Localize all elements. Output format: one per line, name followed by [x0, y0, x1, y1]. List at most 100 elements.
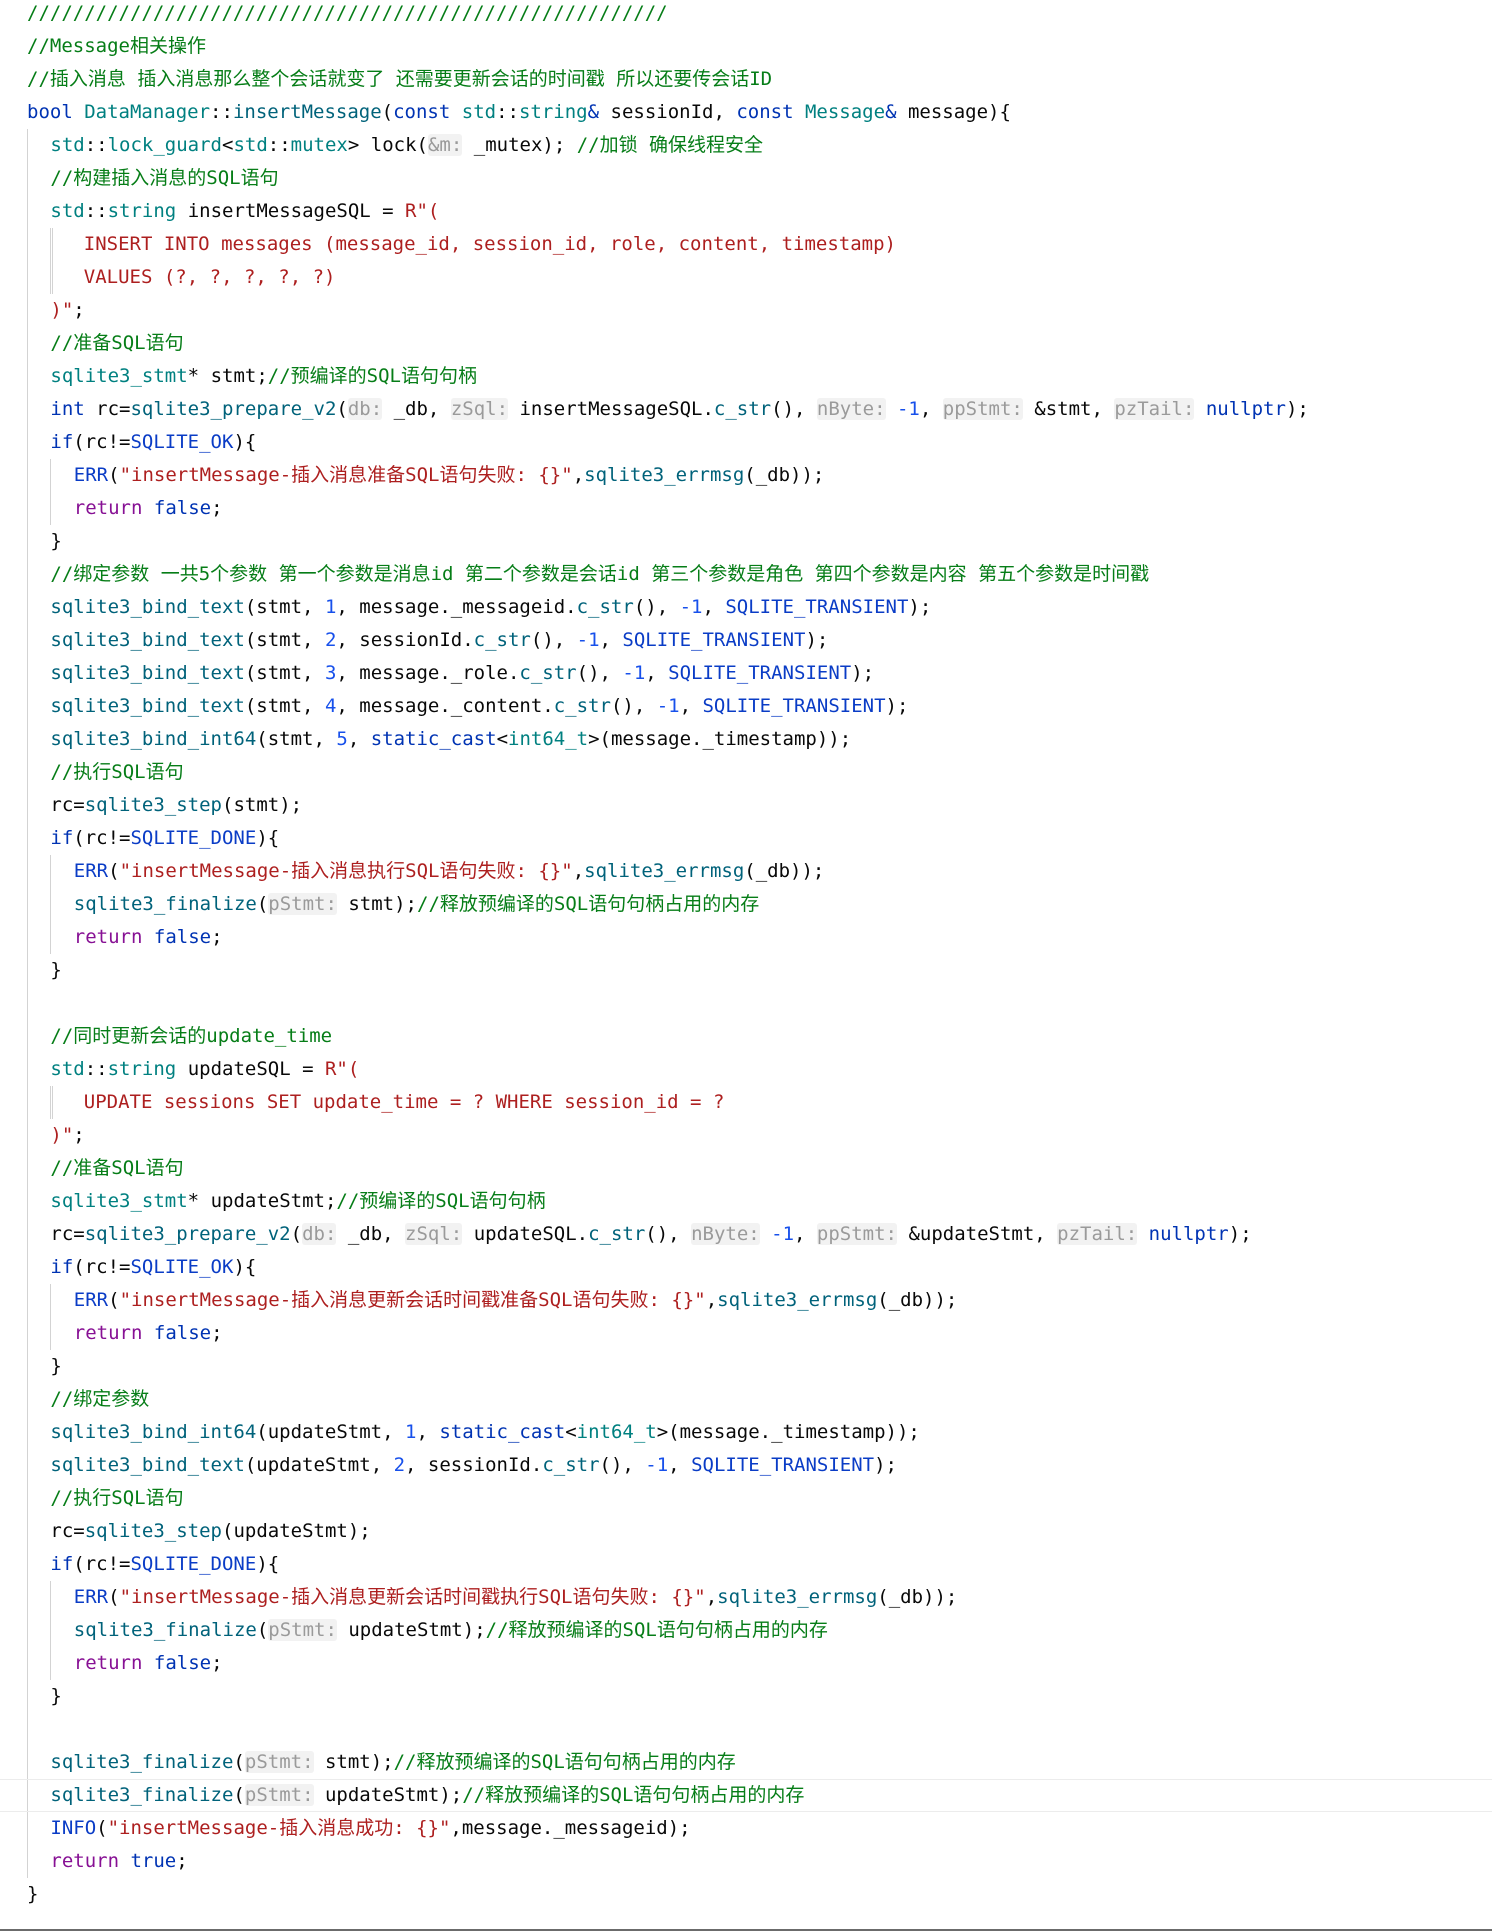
code-line[interactable] [0, 1713, 1492, 1746]
code-token: ( [256, 1619, 269, 1641]
code-line[interactable]: ERR("insertMessage-插入消息更新会话时间戳执行SQL语句失败:… [0, 1581, 1492, 1614]
code-text: sqlite3_finalize(pStmt: stmt);//释放预编译的SQ… [27, 1751, 736, 1773]
code-line[interactable]: return false; [0, 1647, 1492, 1680]
code-line[interactable]: sqlite3_bind_int64(stmt, 5, static_cast<… [0, 723, 1492, 756]
code-line[interactable]: return false; [0, 492, 1492, 525]
code-line[interactable]: } [0, 954, 1492, 987]
code-token: sqlite3_prepare_v2 [84, 1223, 291, 1245]
indent-guide [50, 228, 52, 261]
code-line[interactable]: std::string updateSQL = R"( [0, 1053, 1492, 1086]
code-line[interactable]: ERR("insertMessage-插入消息更新会话时间戳准备SQL语句失败:… [0, 1284, 1492, 1317]
code-token: insertMessage [232, 101, 382, 123]
code-line[interactable]: INFO("insertMessage-插入消息成功: {}",message.… [0, 1812, 1492, 1845]
code-token: ( [96, 1817, 108, 1839]
code-text: if(rc!=SQLITE_DONE){ [27, 827, 279, 849]
indent-guide [27, 195, 28, 228]
code-line[interactable]: } [0, 1350, 1492, 1383]
indent-guide [27, 1317, 28, 1350]
code-line[interactable]: sqlite3_finalize(pStmt: stmt);//释放预编译的SQ… [0, 1746, 1492, 1779]
code-line[interactable]: } [0, 1680, 1492, 1713]
code-line[interactable]: )"; [0, 294, 1492, 327]
code-token: SQLITE_DONE [130, 1553, 257, 1575]
code-line[interactable] [0, 987, 1492, 1020]
code-line[interactable]: UPDATE sessions SET update_time = ? WHER… [0, 1086, 1492, 1119]
code-line[interactable]: bool DataManager::insertMessage(const st… [0, 96, 1492, 129]
code-line[interactable]: rc=sqlite3_prepare_v2(db: _db, zSql: upd… [0, 1218, 1492, 1251]
code-line[interactable]: //构建插入消息的SQL语句 [0, 162, 1492, 195]
code-line[interactable]: //Message相关操作 [0, 30, 1492, 63]
code-token: 2 [393, 1454, 406, 1476]
code-token: 5 [336, 728, 348, 750]
code-line[interactable]: //绑定参数 一共5个参数 第一个参数是消息id 第二个参数是会话id 第三个参… [0, 558, 1492, 591]
code-token: ////////////////////////////////////////… [27, 2, 668, 24]
code-text: if(rc!=SQLITE_OK){ [27, 431, 256, 453]
code-line[interactable]: sqlite3_bind_text(updateStmt, 2, session… [0, 1449, 1492, 1482]
code-token: & [885, 101, 908, 123]
code-token: //同时更新会话的update_time [50, 1025, 333, 1047]
code-line[interactable]: sqlite3_finalize(pStmt: updateStmt);//释放… [0, 1614, 1492, 1647]
indent-guide [50, 855, 52, 888]
code-line[interactable]: sqlite3_bind_text(stmt, 1, message._mess… [0, 591, 1492, 624]
code-line[interactable]: sqlite3_finalize(pStmt: updateStmt);//释放… [0, 1779, 1492, 1812]
code-line[interactable]: sqlite3_bind_int64(updateStmt, 1, static… [0, 1416, 1492, 1449]
code-line[interactable]: //执行SQL语句 [0, 1482, 1492, 1515]
code-line[interactable]: std::lock_guard<std::mutex> lock(&m: _mu… [0, 129, 1492, 162]
code-line[interactable]: //同时更新会话的update_time [0, 1020, 1492, 1053]
code-line[interactable]: sqlite3_bind_text(stmt, 4, message._cont… [0, 690, 1492, 723]
code-token: (stmt, [244, 596, 325, 618]
code-token: updateSQL. [462, 1223, 589, 1245]
code-token: return [73, 1322, 154, 1344]
parameter-hint: pzTail: [1057, 1223, 1138, 1245]
code-line[interactable]: //准备SQL语句 [0, 327, 1492, 360]
code-line[interactable]: rc=sqlite3_step(stmt); [0, 789, 1492, 822]
code-text: //绑定参数 一共5个参数 第一个参数是消息id 第二个参数是会话id 第三个参… [27, 563, 1149, 585]
code-line[interactable]: //执行SQL语句 [0, 756, 1492, 789]
code-token: sqlite3_step [84, 794, 222, 816]
indent-guide [27, 327, 28, 360]
indent-guide [27, 657, 28, 690]
code-token: return [73, 926, 154, 948]
code-line[interactable]: sqlite3_finalize(pStmt: stmt);//释放预编译的SQ… [0, 888, 1492, 921]
indent-guide [27, 525, 28, 558]
code-line[interactable]: VALUES (?, ?, ?, ?, ?) [0, 261, 1492, 294]
code-line[interactable]: //绑定参数 [0, 1383, 1492, 1416]
code-editor[interactable]: ////////////////////////////////////////… [0, 0, 1492, 1931]
code-token: ; [176, 1850, 188, 1872]
code-line[interactable]: sqlite3_stmt* stmt;//预编译的SQL语句句柄 [0, 360, 1492, 393]
code-line[interactable]: if(rc!=SQLITE_OK){ [0, 426, 1492, 459]
code-token: //释放预编译的SQL语句句柄占用的内存 [417, 893, 760, 915]
code-line[interactable]: if(rc!=SQLITE_OK){ [0, 1251, 1492, 1284]
code-line[interactable]: return false; [0, 921, 1492, 954]
code-token: message [907, 101, 989, 123]
code-token: , [572, 464, 585, 486]
indent-guide [50, 1581, 52, 1614]
code-line[interactable]: return true; [0, 1845, 1492, 1878]
code-line[interactable]: INSERT INTO messages (message_id, sessio… [0, 228, 1492, 261]
code-line[interactable]: //准备SQL语句 [0, 1152, 1492, 1185]
code-line[interactable]: ////////////////////////////////////////… [0, 0, 1492, 30]
code-line[interactable]: int rc=sqlite3_prepare_v2(db: _db, zSql:… [0, 393, 1492, 426]
code-line[interactable]: sqlite3_stmt* updateStmt;//预编译的SQL语句句柄 [0, 1185, 1492, 1218]
code-line[interactable]: } [0, 1878, 1492, 1911]
code-line[interactable]: if(rc!=SQLITE_DONE){ [0, 822, 1492, 855]
code-line[interactable]: ERR("insertMessage-插入消息准备SQL语句失败: {}",sq… [0, 459, 1492, 492]
code-line[interactable]: rc=sqlite3_step(updateStmt); [0, 1515, 1492, 1548]
indent-guide [50, 1317, 52, 1350]
code-text: //准备SQL语句 [27, 1157, 183, 1179]
code-line[interactable]: ERR("insertMessage-插入消息执行SQL语句失败: {}",sq… [0, 855, 1492, 888]
code-line[interactable]: )"; [0, 1119, 1492, 1152]
indent-guide [50, 888, 52, 921]
code-token: if [50, 1553, 74, 1575]
code-line[interactable]: if(rc!=SQLITE_DONE){ [0, 1548, 1492, 1581]
code-line[interactable]: sqlite3_bind_text(stmt, 3, message._role… [0, 657, 1492, 690]
code-token: ( [381, 101, 394, 123]
code-line[interactable]: } [0, 525, 1492, 558]
parameter-hint: zSql: [450, 398, 509, 420]
code-line[interactable]: return false; [0, 1317, 1492, 1350]
code-text: std::string updateSQL = R"( [27, 1058, 359, 1080]
code-token: c_str [473, 629, 531, 651]
code-line[interactable]: std::string insertMessageSQL = R"( [0, 195, 1492, 228]
code-line[interactable]: //插入消息 插入消息那么整个会话就变了 还需要更新会话的时间戳 所以还要传会话… [0, 63, 1492, 96]
code-line[interactable]: sqlite3_bind_text(stmt, 2, sessionId.c_s… [0, 624, 1492, 657]
code-token: ; [211, 1322, 223, 1344]
